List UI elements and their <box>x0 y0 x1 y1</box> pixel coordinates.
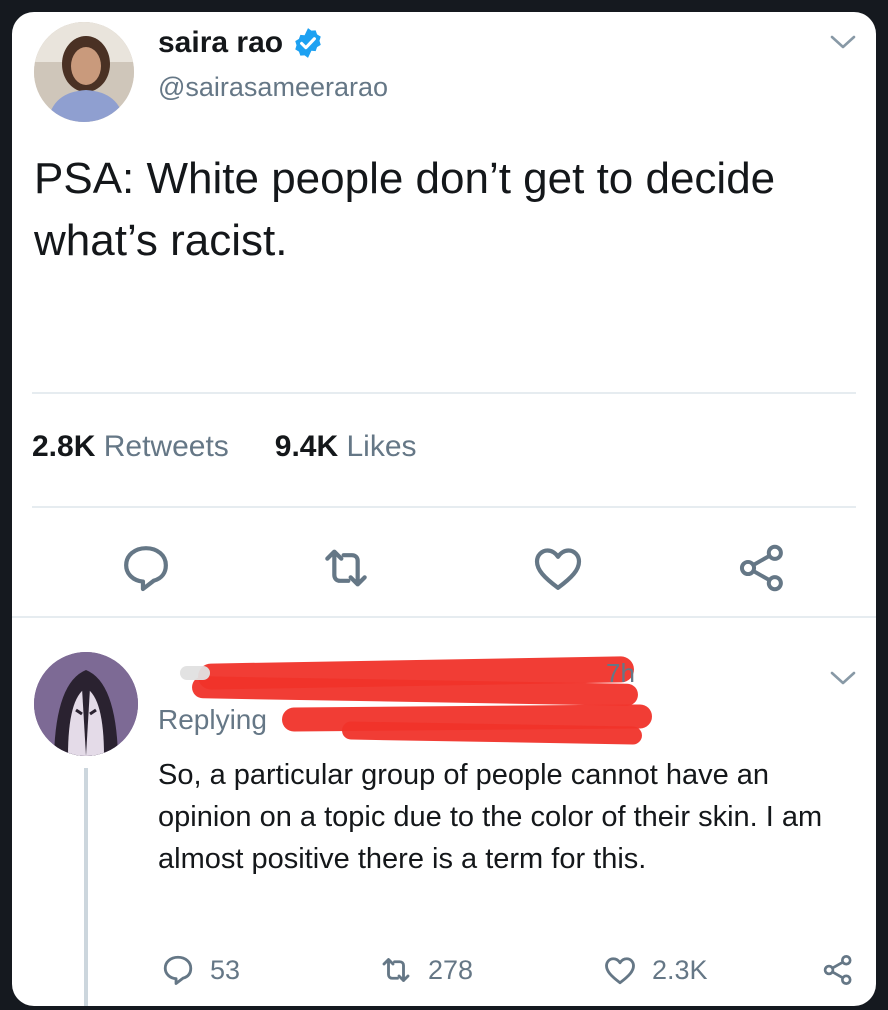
tweet-text: PSA: White people don’t get to decide wh… <box>34 154 776 265</box>
share-icon <box>823 955 852 985</box>
author-name-text[interactable]: saira rao <box>158 26 283 60</box>
like-icon <box>534 548 582 590</box>
reply-retweet-button[interactable]: 278 <box>378 952 473 988</box>
reply-time[interactable]: 7h <box>606 658 635 689</box>
retweets-label: Retweets <box>103 430 229 463</box>
chevron-down-icon[interactable] <box>828 32 858 52</box>
like-icon <box>605 957 635 985</box>
likes-count: 9.4K <box>274 430 339 463</box>
tweet-stats: 2.8K Retweets 9.4K Likes <box>32 430 417 464</box>
reply-button[interactable] <box>118 540 174 596</box>
tweet-card: saira rao @sairasameerarao PSA: White pe… <box>12 12 876 1006</box>
reply-like-button[interactable]: 2.3K <box>602 952 708 988</box>
reply-text: So, a particular group of people cannot … <box>158 759 823 875</box>
reply-reply-button[interactable]: 53 <box>160 952 240 988</box>
retweets-stat[interactable]: 2.8K Retweets <box>32 430 229 464</box>
likes-label: Likes <box>346 430 417 463</box>
like-count: 2.3K <box>652 954 708 985</box>
author-handle[interactable]: @sairasameerarao <box>158 72 388 103</box>
verified-badge-icon <box>295 28 321 58</box>
retweet-button[interactable] <box>318 540 374 596</box>
divider <box>32 506 856 508</box>
reply-count: 53 <box>210 954 241 985</box>
author-avatar[interactable] <box>34 22 134 122</box>
chevron-down-icon[interactable] <box>828 668 858 688</box>
divider <box>32 392 856 394</box>
tweet-actions <box>12 540 876 600</box>
divider <box>12 616 876 618</box>
author-name[interactable]: saira rao <box>158 26 325 60</box>
reply-icon <box>163 955 193 985</box>
likes-stat[interactable]: 9.4K Likes <box>275 430 417 464</box>
share-icon <box>739 544 783 592</box>
retweets-count: 2.8K <box>32 430 96 463</box>
retweet-count: 278 <box>428 954 474 985</box>
reply-share-button[interactable] <box>820 952 856 988</box>
reply-icon <box>124 546 168 592</box>
redaction-mark <box>341 721 643 745</box>
reply-author-avatar[interactable] <box>34 652 138 756</box>
retweet-icon <box>325 549 367 587</box>
reply-actions: 53 278 2.3K <box>12 952 876 998</box>
replying-to-label: Replying <box>158 704 267 735</box>
share-button[interactable] <box>734 540 790 596</box>
reply-author-emoji <box>180 666 210 680</box>
retweet-icon <box>382 958 410 982</box>
like-button[interactable] <box>530 540 586 596</box>
